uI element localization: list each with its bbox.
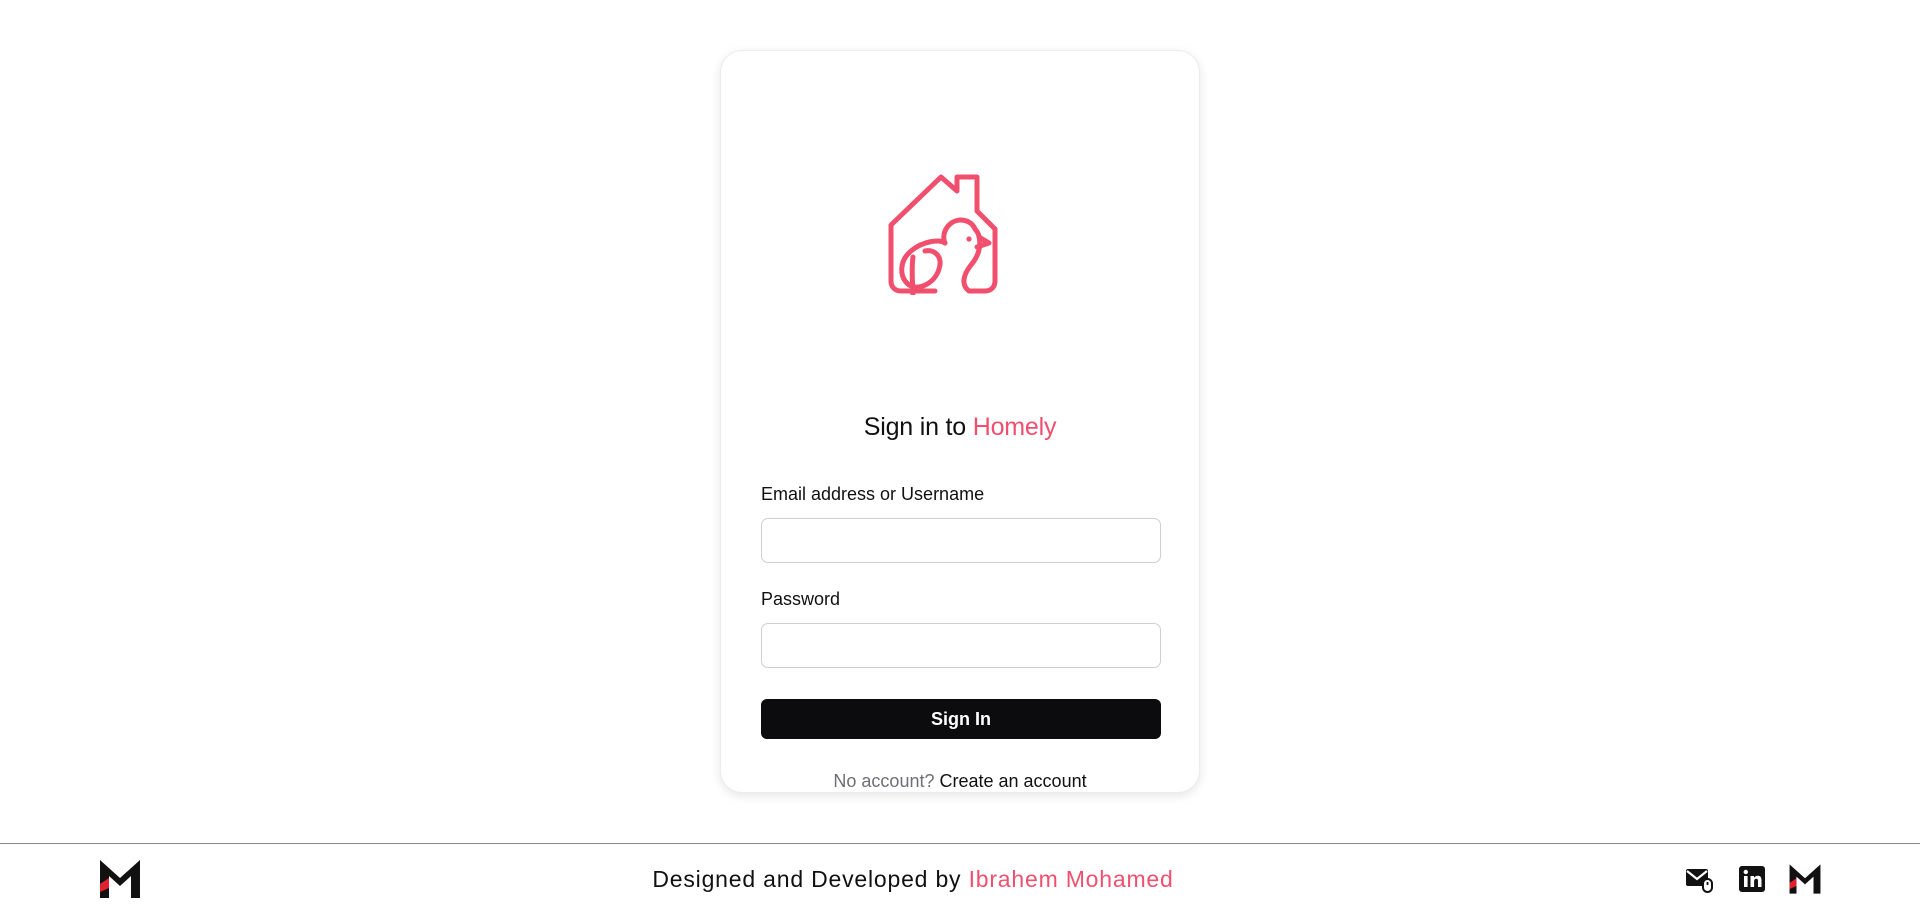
author-name[interactable]: Ibrahem Mohamed	[969, 866, 1174, 892]
signup-prompt: No account? Create an account	[721, 771, 1199, 792]
password-input[interactable]	[761, 623, 1161, 668]
mail-icon[interactable]	[1684, 864, 1714, 894]
footer-divider	[0, 843, 1920, 844]
linkedin-icon[interactable]	[1737, 864, 1767, 894]
signin-page: Sign in to Homely Email address or Usern…	[0, 0, 1920, 913]
footer-credit: Designed and Developed by Ibrahem Mohame…	[0, 866, 1826, 893]
credit-prefix: Designed and Developed by	[652, 866, 969, 892]
house-bird-logo-icon	[888, 174, 998, 295]
email-username-input[interactable]	[761, 518, 1161, 563]
create-account-link[interactable]: Create an account	[940, 771, 1087, 791]
brand-name: Homely	[972, 413, 1057, 441]
no-account-text: No account?	[833, 771, 935, 791]
heading-prefix: Sign in to	[863, 413, 973, 441]
email-label: Email address or Username	[761, 484, 985, 504]
sign-in-button[interactable]: Sign In	[761, 699, 1161, 739]
signin-card: Sign in to Homely Email address or Usern…	[720, 50, 1200, 793]
password-label: Password	[761, 589, 841, 609]
signin-heading: Sign in to Homely	[721, 413, 1199, 442]
m-logo-icon[interactable]	[1788, 862, 1822, 896]
